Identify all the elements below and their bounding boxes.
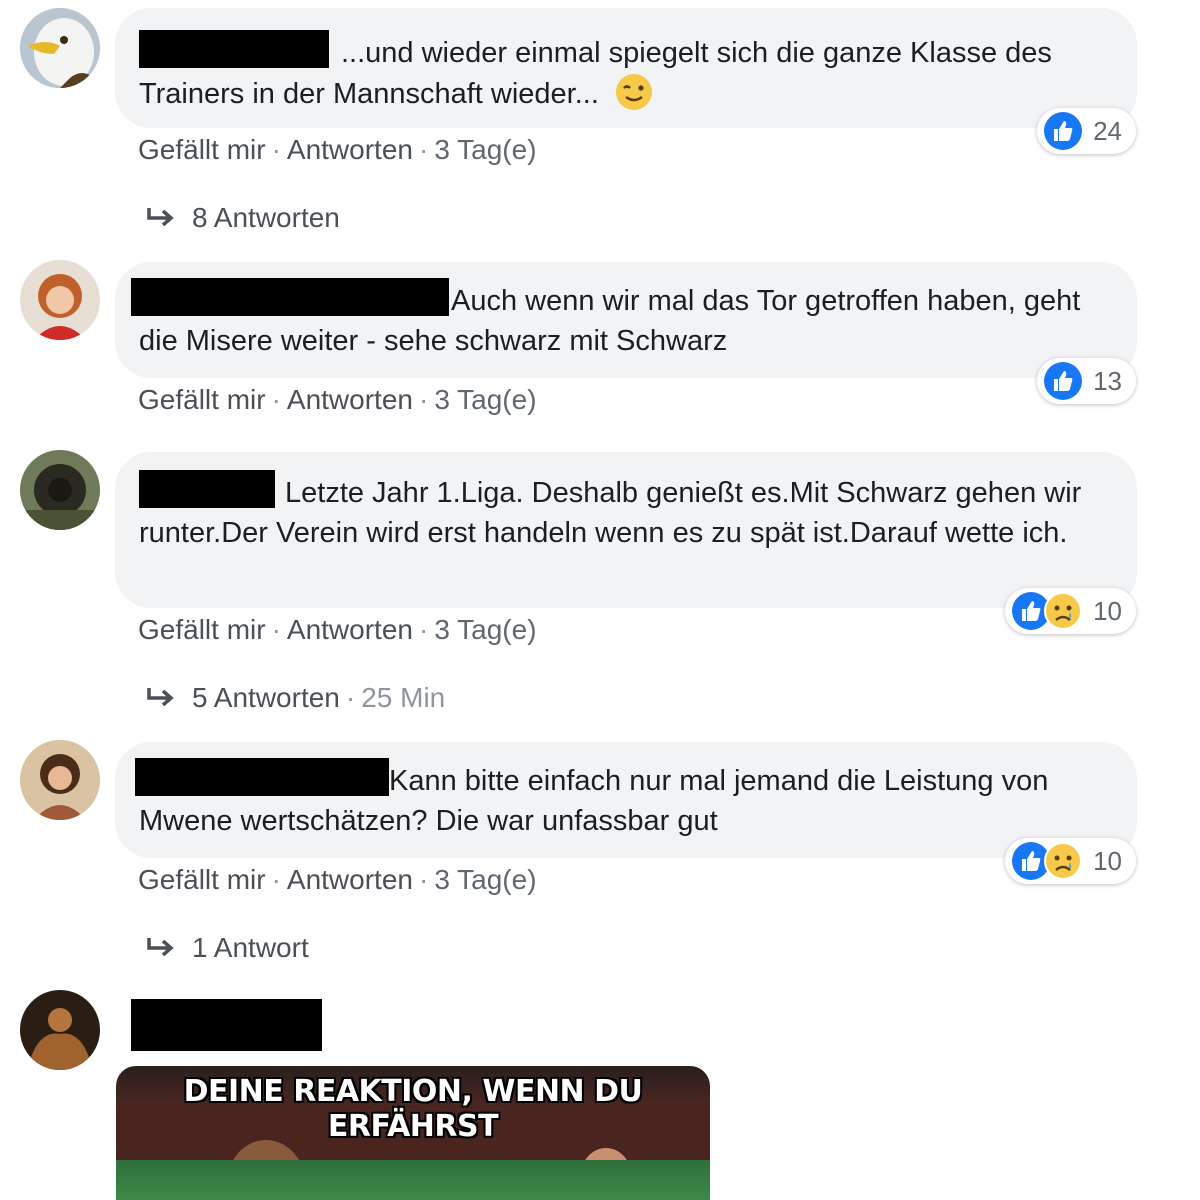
replies-count: 8 Antworten [192,202,340,233]
like-icon [1043,361,1083,401]
reply-link[interactable]: Antworten [287,384,413,415]
reply-link[interactable]: Antworten [287,134,413,165]
comment-bubble: ...und wieder einmal spiegelt sich die g… [115,8,1137,128]
comment-bubble: Kann bitte einfach nur mal jemand die Le… [115,742,1137,858]
like-link[interactable]: Gefällt mir [138,864,266,895]
comment-bubble: Auch wenn wir mal das Tor getroffen habe… [115,262,1137,378]
comment-bubble: Letzte Jahr 1.Liga. Deshalb genießt es.M… [115,452,1137,608]
reply-arrow-icon [147,208,174,227]
comment-text: Letzte Jahr 1.Liga. Deshalb genießt es.M… [139,477,1082,549]
meme-image[interactable]: DEINE REAKTION, WENN DU ERFÄHRST [116,1066,710,1200]
comment-time[interactable]: 3 Tag(e) [434,384,536,415]
avatar-eagle-image [20,8,100,88]
redacted-name [139,470,275,508]
replies-count: 5 Antworten [192,682,340,713]
wink-emoji-icon [615,73,653,111]
reaction-summary[interactable]: 24 [1037,108,1136,154]
reply-link[interactable]: Antworten [287,864,413,895]
replies-count: 1 Antwort [192,932,309,963]
reaction-count: 10 [1093,845,1122,876]
avatar-muscle-man[interactable] [20,990,100,1070]
reply-arrow-icon [147,938,174,957]
avatar-woman-scarf-image [20,740,100,820]
avatar-woman-scarf[interactable] [20,740,100,820]
comment-time[interactable]: 3 Tag(e) [434,614,536,645]
comment-time[interactable]: 3 Tag(e) [434,864,536,895]
sad-icon [1043,841,1083,881]
avatar-dark-landscape[interactable] [20,450,100,530]
replies-time: 25 Min [361,682,446,713]
reaction-count: 24 [1093,115,1122,146]
like-link[interactable]: Gefällt mir [138,134,266,165]
reaction-count: 13 [1093,365,1122,396]
reaction-count: 10 [1093,595,1122,626]
sad-icon [1043,591,1083,631]
reaction-summary[interactable]: 10 [1005,588,1136,634]
comment-actions: Gefällt mir · Antworten · 3 Tag(e) [138,864,537,895]
comment-actions: Gefällt mir · Antworten · 3 Tag(e) [138,384,537,415]
avatar-woman-red[interactable] [20,260,100,340]
like-link[interactable]: Gefällt mir [138,614,266,645]
like-link[interactable]: Gefällt mir [138,384,266,415]
avatar-dark-landscape-image [20,450,100,530]
comment-time[interactable]: 3 Tag(e) [434,134,536,165]
redacted-name [131,999,322,1051]
view-replies-link[interactable]: 8 Antworten [146,202,340,234]
redacted-name [135,758,389,796]
like-icon [1043,111,1083,151]
redacted-name [131,278,449,316]
reply-link[interactable]: Antworten [287,614,413,645]
redacted-name [139,30,329,68]
avatar-muscle-man-image [20,990,100,1070]
meme-caption: DEINE REAKTION, WENN DU ERFÄHRST [183,1074,643,1144]
avatar-eagle[interactable] [20,8,100,88]
view-replies-link[interactable]: 1 Antwort [146,932,309,964]
view-replies-link[interactable]: 5 Antworten · 25 Min [146,682,445,714]
comment-actions: Gefällt mir · Antworten · 3 Tag(e) [138,134,537,165]
avatar-woman-red-image [20,260,100,340]
reply-arrow-icon [147,688,174,707]
reaction-summary[interactable]: 13 [1037,358,1136,404]
comment-actions: Gefällt mir · Antworten · 3 Tag(e) [138,614,537,645]
reaction-summary[interactable]: 10 [1005,838,1136,884]
